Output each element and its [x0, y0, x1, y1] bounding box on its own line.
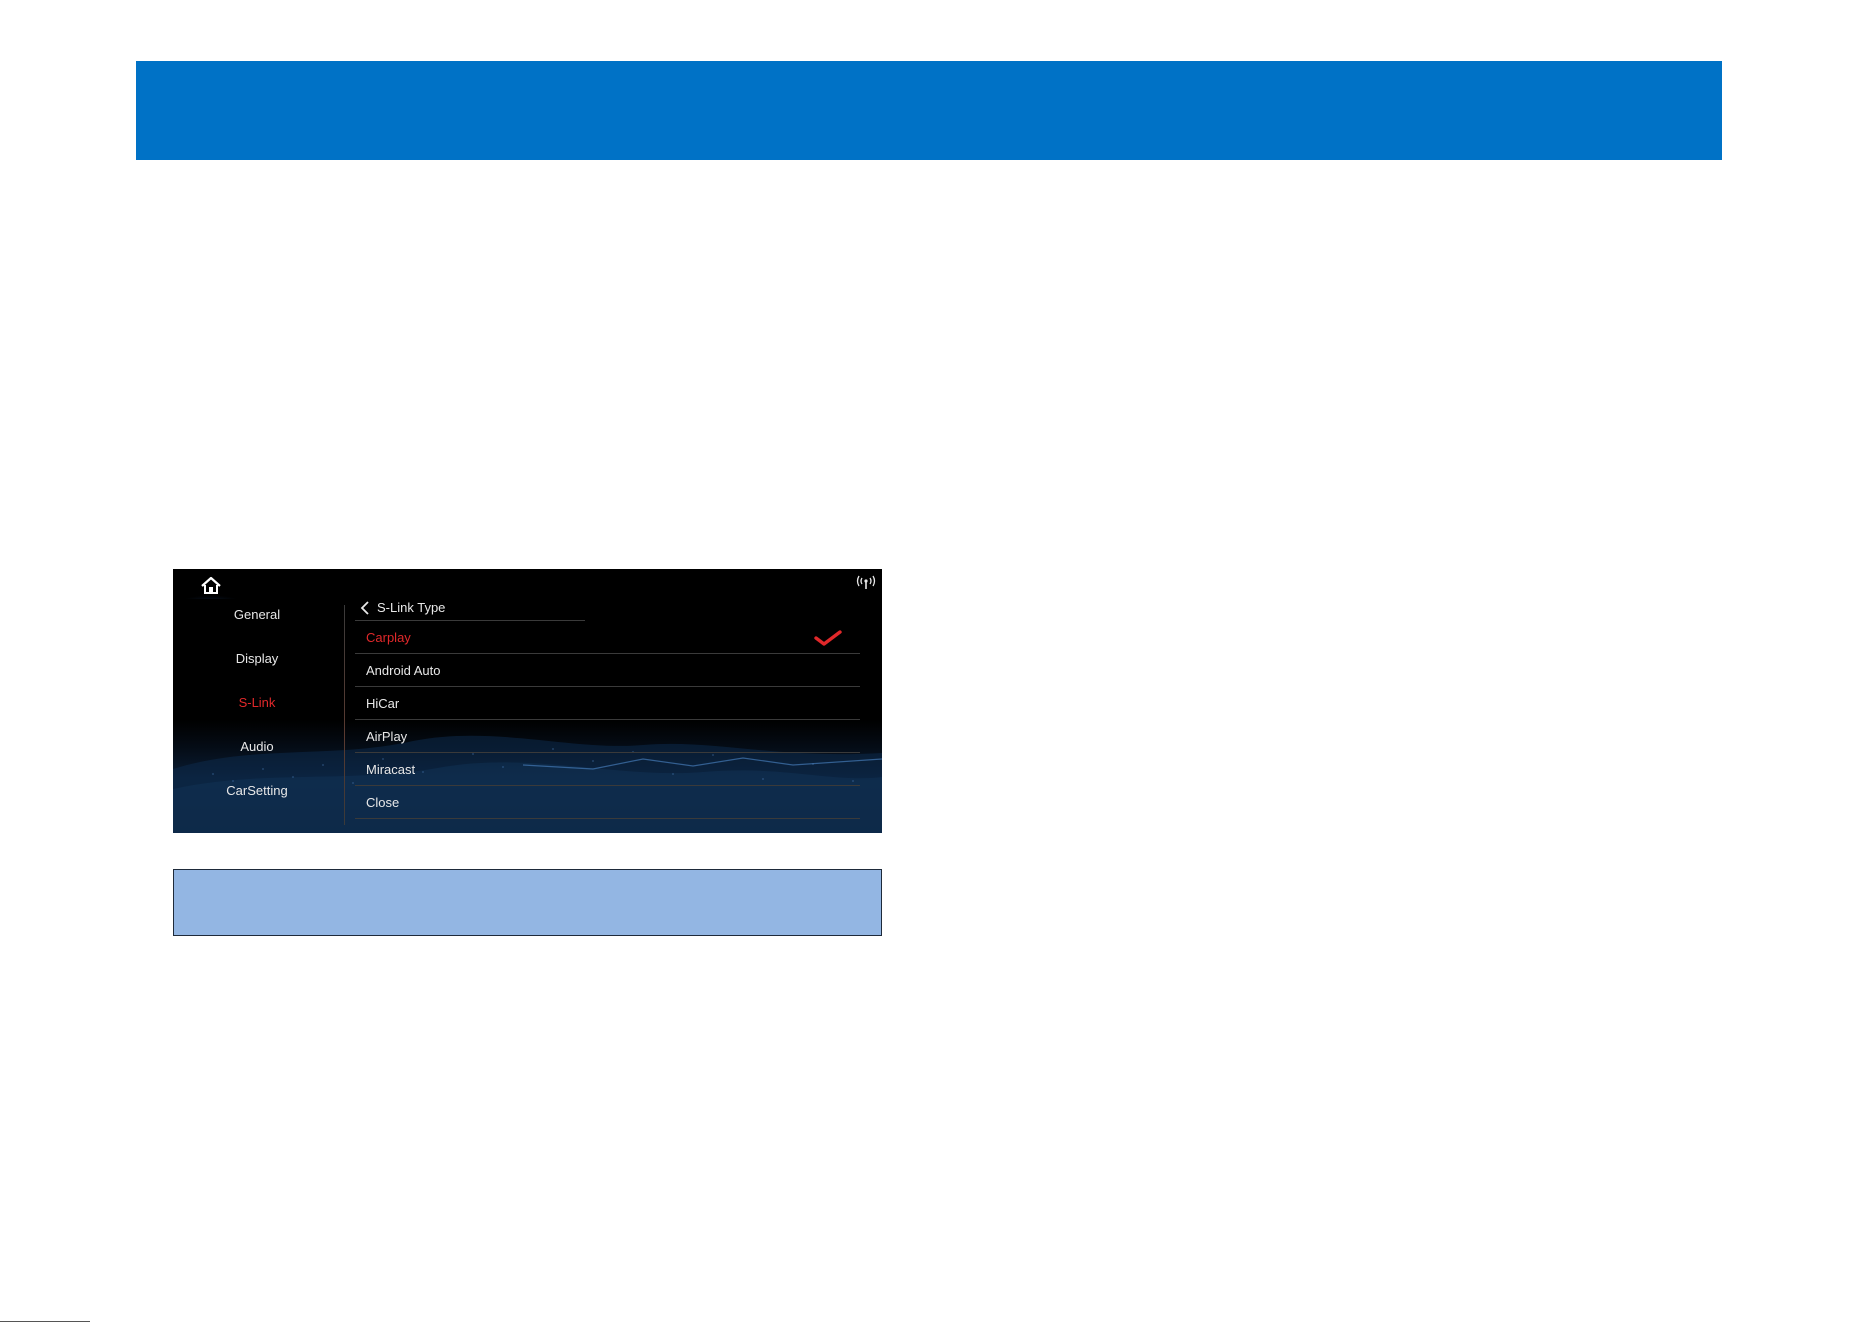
option-label: Android Auto: [366, 663, 441, 678]
sidebar-item-general[interactable]: General: [173, 607, 341, 623]
footer-rule: [0, 1321, 90, 1322]
sidebar-item-carsetting[interactable]: CarSetting: [173, 783, 341, 799]
sidebar-item-s-link[interactable]: S-Link: [173, 695, 341, 711]
chevron-left-icon: [360, 601, 369, 615]
option-android-auto[interactable]: Android Auto: [355, 654, 860, 687]
caption-box: [173, 869, 882, 936]
head-unit-screen: General Display S-Link Audio CarSetting …: [173, 569, 882, 833]
antenna-icon: [856, 575, 876, 589]
home-icon[interactable]: [183, 573, 239, 599]
option-label: Miracast: [366, 762, 416, 777]
option-carplay[interactable]: Carplay: [355, 621, 860, 654]
option-close[interactable]: Close: [355, 786, 860, 819]
header-band: [136, 61, 1722, 160]
sidebar-item-display[interactable]: Display: [173, 651, 341, 667]
option-label: HiCar: [366, 696, 400, 711]
back-button[interactable]: S-Link Type: [355, 598, 585, 621]
option-label: Close: [366, 795, 400, 810]
option-airplay[interactable]: AirPlay: [355, 720, 860, 753]
option-label: AirPlay: [366, 729, 408, 744]
option-label: Carplay: [366, 630, 411, 645]
sidebar-divider: [344, 605, 345, 825]
option-hicar[interactable]: HiCar: [355, 687, 860, 720]
checkmark-icon: [814, 630, 842, 646]
panel-title: S-Link Type: [377, 600, 446, 615]
sidebar-item-audio[interactable]: Audio: [173, 739, 341, 755]
option-miracast[interactable]: Miracast: [355, 753, 860, 786]
